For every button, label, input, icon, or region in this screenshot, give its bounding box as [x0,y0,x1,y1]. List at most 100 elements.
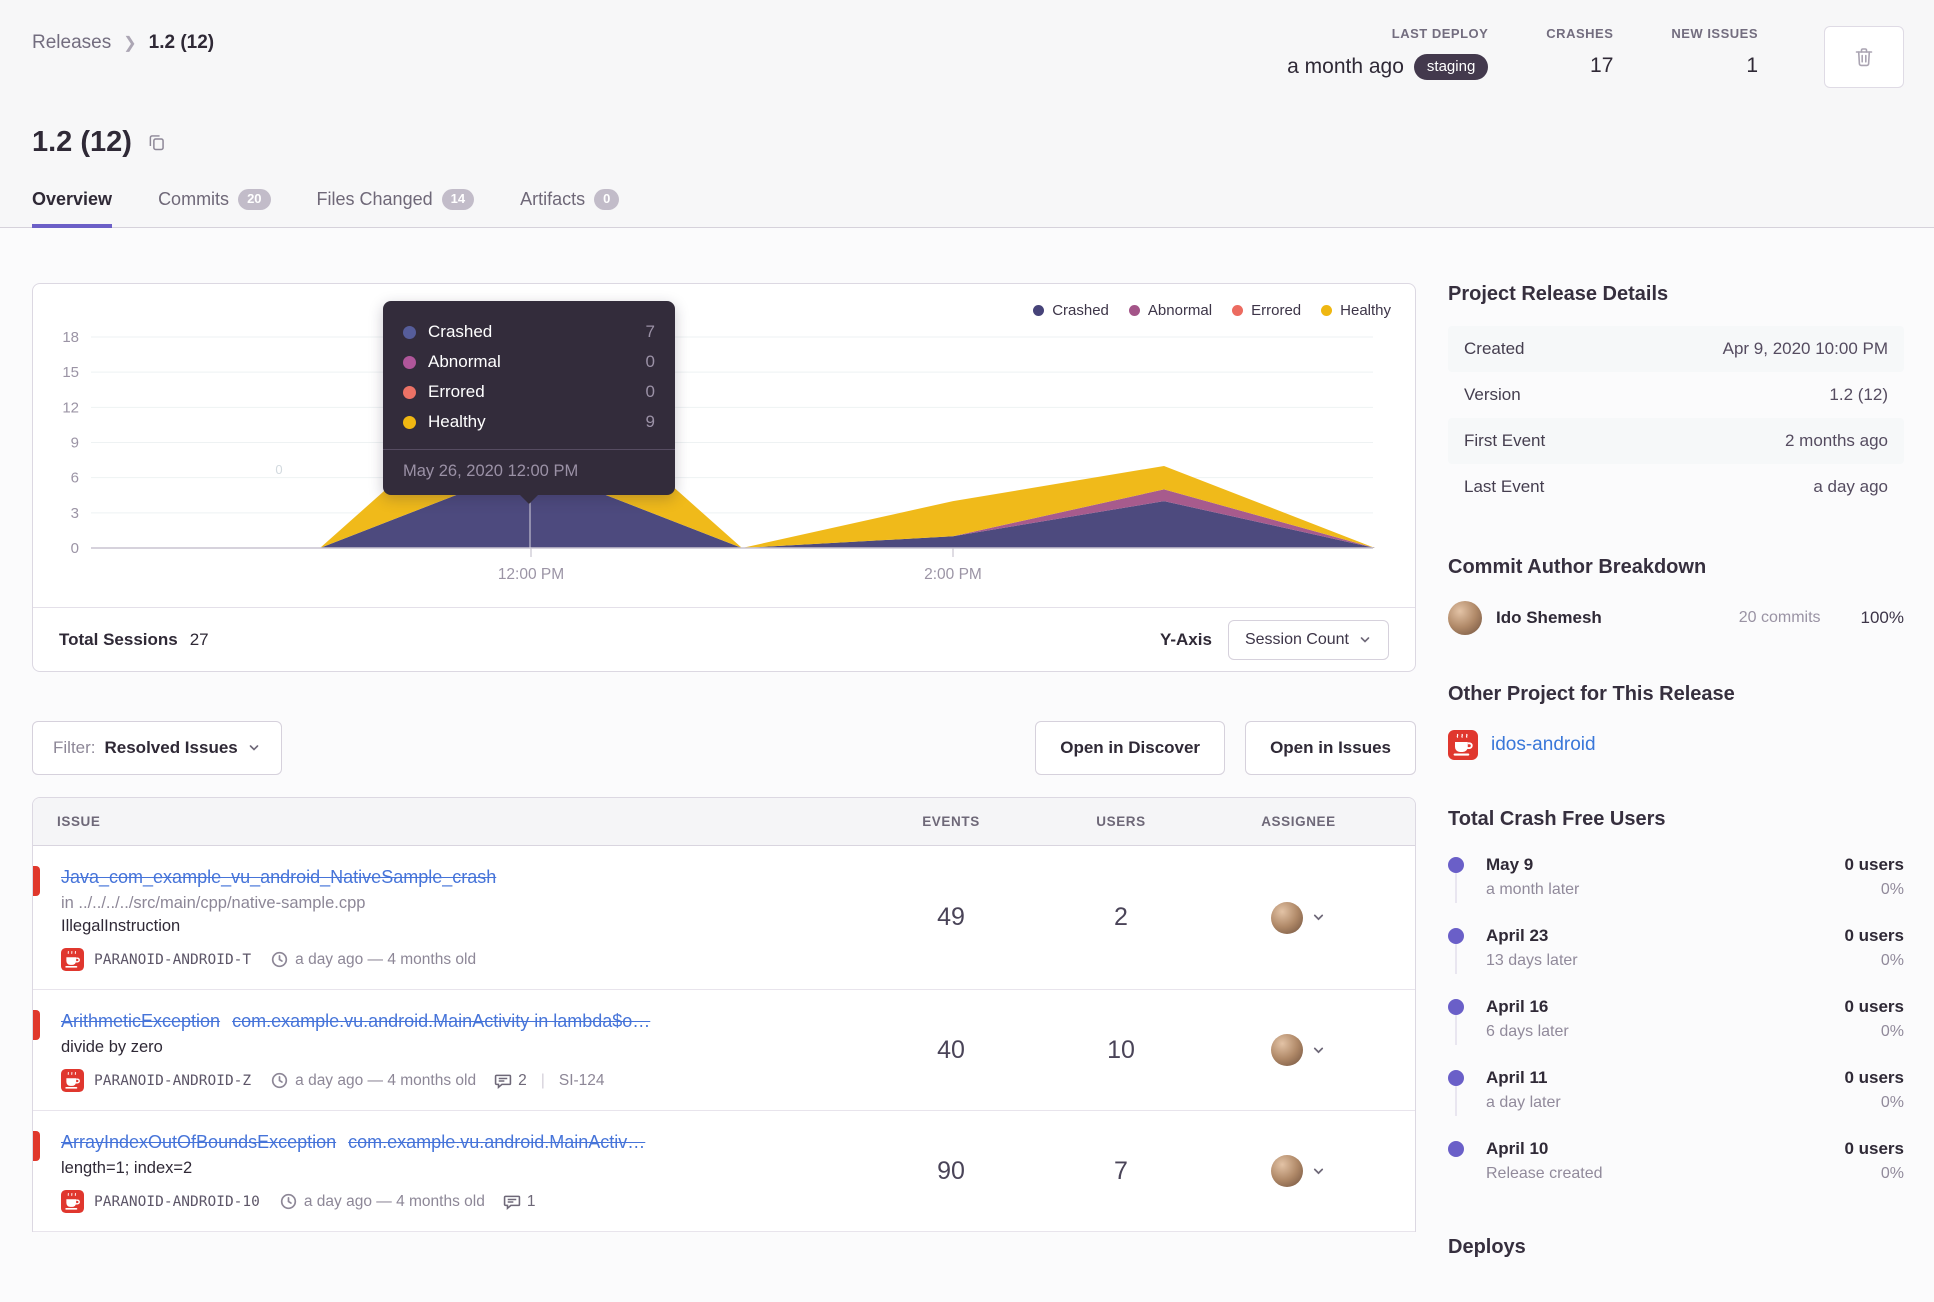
open-in-discover-button[interactable]: Open in Discover [1035,721,1226,775]
issue-detail-line: IllegalInstruction [61,917,181,936]
new-issues-stat: NEW ISSUES 1 [1671,26,1758,78]
issue-age: a day ago — 4 months old [271,951,476,969]
tab[interactable]: Overview [32,189,113,228]
timeline-subtitle: 13 days later [1486,952,1578,969]
yaxis-select[interactable]: Session Count [1227,619,1389,660]
legend-label: Healthy [1340,302,1391,319]
issue-table-row[interactable]: Java_com_example_vu_android_NativeSample… [33,846,1415,991]
clock-icon [280,1194,297,1210]
open-in-issues-button[interactable]: Open in Issues [1245,721,1416,775]
release-detail-row: Created Apr 9, 2020 10:00 PM [1448,326,1904,372]
chevron-down-icon[interactable] [1311,1164,1326,1179]
legend-item[interactable]: Errored [1232,302,1301,319]
timeline-rail [1448,926,1464,974]
issue-title-link[interactable]: ArrayIndexOutOfBoundsException [61,1132,336,1152]
project-coffee-icon [61,948,84,972]
release-detail-row: First Event 2 months ago [1448,418,1904,464]
last-deploy-stat: LAST DEPLOY a month ago staging [1287,26,1489,80]
crash-free-timeline-item: May 9 a month later 0 users 0% [1448,855,1904,926]
issue-events-count: 40 [937,1035,965,1064]
commit-author-section: Commit Author Breakdown Ido Shemesh 20 c… [1448,556,1904,635]
tab-label: Commits [158,189,230,209]
project-coffee-icon [1448,730,1478,760]
tooltip-series-dot-icon [403,415,416,429]
comment-icon [494,1074,512,1089]
sessions-chart-card: Crashed Abnormal Errored Healthy 0 3 6 9 12 1… [32,283,1416,672]
issue-title-link[interactable]: Java_com_example_vu_android_NativeSample… [61,867,496,887]
legend-item[interactable]: Crashed [1033,302,1109,319]
legend-dot-icon [1321,305,1333,316]
project-coffee-icon [61,1069,84,1093]
delete-release-button[interactable] [1824,26,1904,88]
sessions-area-chart[interactable]: 0 3 6 9 12 15 18 12:00 PM 2:00 PM 0 [33,284,1417,589]
issue-detail-lines: divide by zero [61,1038,866,1057]
issue-table-row[interactable]: ArrayIndexOutOfBoundsException com.exampl… [33,1111,1415,1233]
breadcrumb-releases-link[interactable]: Releases [32,32,111,54]
release-details-title: Project Release Details [1448,283,1669,305]
tooltip-series-value: 9 [645,412,655,431]
legend-item[interactable]: Healthy [1321,302,1391,319]
tab[interactable]: Artifacts 0 [520,189,620,227]
issue-external-ref[interactable]: SI-124 [559,1072,605,1090]
new-issues-value: 1 [1746,54,1758,77]
tooltip-series-dot-icon [403,355,416,369]
timeline-dot-icon [1448,999,1464,1015]
issue-culprit[interactable]: com.example.vu.android.MainActiv… [348,1132,645,1152]
crash-free-timeline-item: April 11 a day later 0 users 0% [1448,1068,1904,1139]
chart-tooltip: Crashed 7 Abnormal 0 Errored 0 Healthy 9… [383,301,675,504]
issue-age-text: a day ago — 4 months old [303,1192,485,1210]
issue-table-row[interactable]: ArithmeticException com.example.vu.androi… [33,990,1415,1112]
tooltip-series-label: Healthy [428,412,486,431]
environment-badge: staging [1413,54,1489,80]
issue-summary: Java_com_example_vu_android_NativeSample… [61,864,866,972]
chevron-down-icon [1360,636,1370,643]
tab-badge: 14 [441,189,475,210]
legend-item[interactable]: Abnormal [1128,302,1212,319]
issue-users-count: 7 [1114,1156,1128,1185]
tooltip-series-dot-icon [403,385,416,399]
new-issues-label: NEW ISSUES [1671,26,1758,41]
detail-value: Apr 9, 2020 10:00 PM [1722,339,1888,358]
issue-detail-lines: length=1; index=2 [61,1159,866,1178]
svg-text:2:00 PM: 2:00 PM [924,566,982,583]
project-slug[interactable]: PARANOID-ANDROID-T [94,952,251,968]
commit-author-title: Commit Author Breakdown [1448,556,1707,578]
other-project-section: Other Project for This Release idos-andr… [1448,683,1904,760]
issue-comments[interactable]: 2 [494,1072,527,1090]
issue-culprit[interactable]: com.example.vu.android.MainActivity in l… [232,1011,650,1031]
crash-free-title: Total Crash Free Users [1448,808,1666,830]
assignee-avatar[interactable] [1271,1034,1303,1067]
issue-comments[interactable]: 1 [503,1193,535,1211]
other-project-link[interactable]: idos-android [1491,734,1596,756]
assignee-avatar[interactable] [1271,1155,1303,1188]
copy-version-button[interactable] [146,132,167,153]
issue-age-text: a day ago — 4 months old [295,1071,477,1089]
project-coffee-icon [61,1190,84,1214]
detail-value: 1.2 (12) [1829,385,1888,404]
last-deploy-value: a month ago [1287,55,1404,78]
author-name: Ido Shemesh [1496,608,1602,627]
issues-filter-bar: Filter: Resolved Issues Open in Discover… [32,721,1416,775]
assignee-avatar[interactable] [1271,901,1303,934]
svg-text:0: 0 [275,462,282,477]
total-sessions-value: 27 [189,629,209,649]
tooltip-series-value: 0 [645,382,655,401]
chevron-down-icon[interactable] [1311,1043,1326,1058]
issues-table-header: ISSUE EVENTS USERS ASSIGNEE [33,798,1415,846]
project-slug[interactable]: PARANOID-ANDROID-Z [94,1073,251,1089]
legend-label: Errored [1251,302,1302,319]
issues-filter-select[interactable]: Filter: Resolved Issues [32,721,282,775]
timeline-stats: 0 users 0% [1844,855,1904,899]
yaxis-selected-value: Session Count [1244,630,1349,648]
tab[interactable]: Commits 20 [158,189,271,227]
timeline-date: May 9 [1486,855,1534,874]
issue-title-link[interactable]: ArithmeticException [61,1011,220,1031]
error-level-bar [33,1010,40,1041]
issues-table-body: Java_com_example_vu_android_NativeSample… [33,846,1415,1233]
main-column: Crashed Abnormal Errored Healthy 0 3 6 9 12 1… [32,283,1416,1259]
timeline-users: 0 users [1844,1139,1904,1158]
chevron-down-icon[interactable] [1311,910,1326,925]
project-slug[interactable]: PARANOID-ANDROID-10 [94,1194,260,1210]
tab[interactable]: Files Changed 14 [317,189,475,227]
column-events: EVENTS [922,814,980,829]
